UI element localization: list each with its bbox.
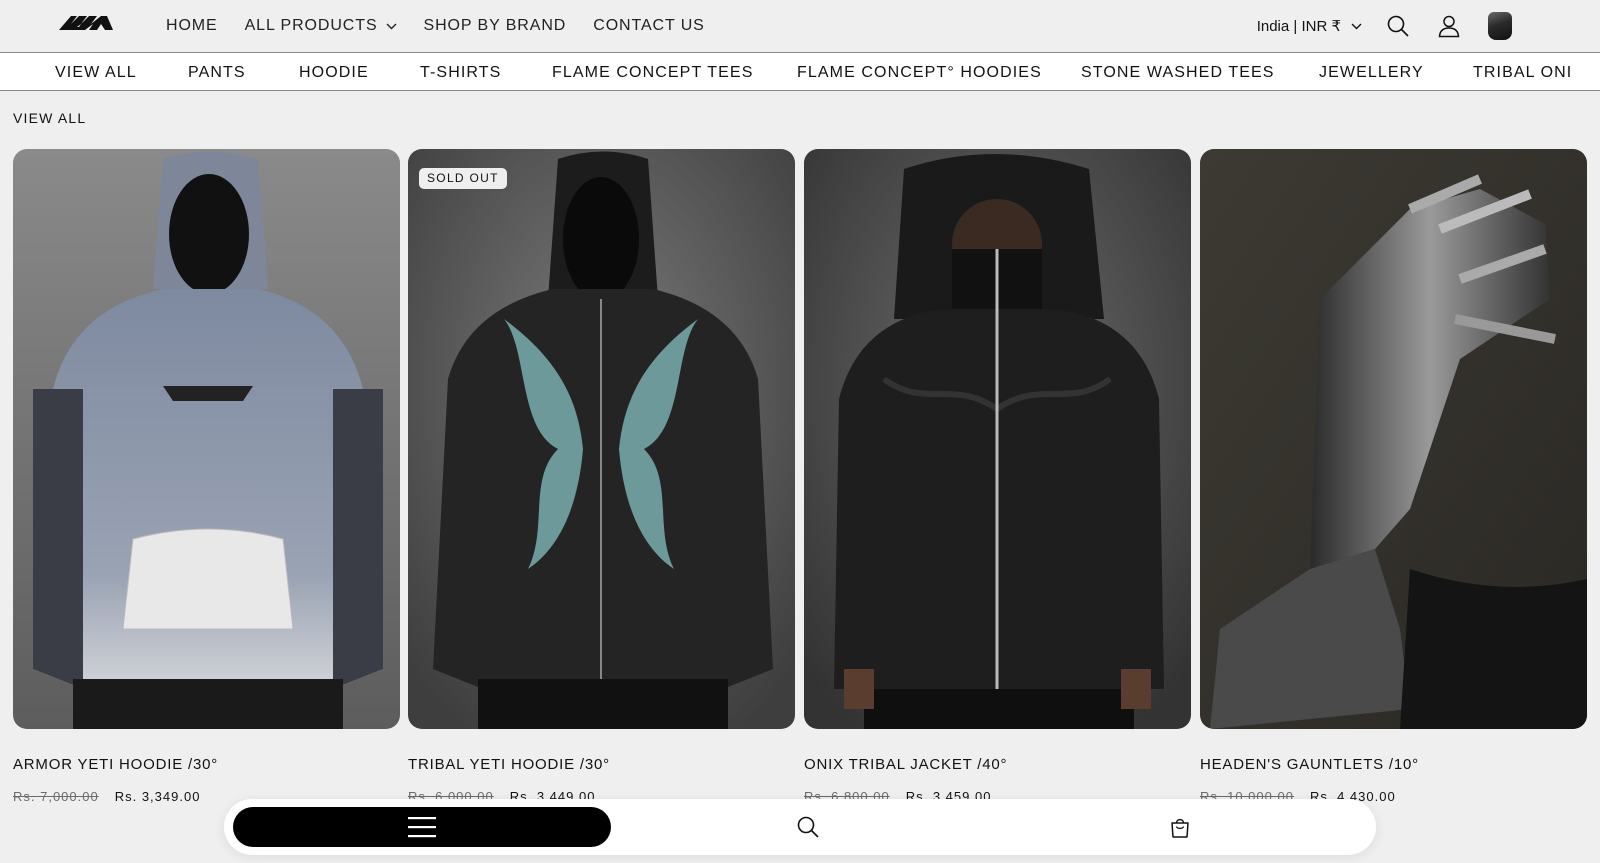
product-image-art (1200, 149, 1587, 729)
account-icon[interactable] (1437, 14, 1461, 38)
search-icon[interactable] (1386, 14, 1410, 38)
section-title: VIEW ALL (13, 110, 87, 126)
logo-icon[interactable] (57, 12, 117, 34)
menu-button[interactable] (233, 807, 611, 847)
nav-home[interactable]: HOME (166, 17, 218, 35)
product-image[interactable] (1200, 149, 1587, 729)
category-view-all[interactable]: VIEW ALL (55, 53, 137, 90)
product-image[interactable] (13, 149, 400, 729)
category-flame-concept-hoodies[interactable]: FLAME CONCEPT° HOODIES (797, 53, 1042, 90)
locale-label: India | INR ₹ (1256, 18, 1341, 35)
category-pants[interactable]: PANTS (188, 53, 246, 90)
nav-shop-by-brand[interactable]: SHOP BY BRAND (424, 17, 567, 35)
cart-icon[interactable] (1488, 12, 1512, 40)
bag-icon[interactable] (1168, 815, 1192, 839)
product-title[interactable]: TRIBAL YETI HOODIE /30° (408, 756, 795, 773)
menu-icon (408, 817, 436, 838)
main-nav: HOME ALL PRODUCTS SHOP BY BRAND CONTACT … (166, 0, 705, 52)
category-t-shirts[interactable]: T-SHIRTS (420, 53, 501, 90)
search-icon[interactable] (796, 815, 820, 839)
sold-out-badge: SOLD OUT (419, 168, 507, 189)
category-jewellery[interactable]: JEWELLERY (1319, 53, 1424, 90)
site-header: HOME ALL PRODUCTS SHOP BY BRAND CONTACT … (0, 0, 1600, 53)
chevron-down-icon (386, 23, 397, 29)
product-image[interactable]: SOLD OUT (408, 149, 795, 729)
product-card[interactable]: ARMOR YETI HOODIE /30° Rs. 7,000.00 Rs. … (13, 149, 400, 804)
nav-shop-by-brand-label: SHOP BY BRAND (423, 17, 567, 34)
product-card[interactable]: ONIX TRIBAL JACKET /40° Rs. 6,800.00 Rs.… (804, 149, 1191, 804)
nav-all-products-label: ALL PRODUCTS (244, 17, 378, 34)
nav-contact-us-label: CONTACT US (593, 17, 705, 34)
product-image-art (408, 149, 795, 729)
product-image-art (804, 149, 1191, 729)
product-title[interactable]: ARMOR YETI HOODIE /30° (13, 756, 400, 773)
bottom-nav-bar (224, 799, 1376, 855)
category-stone-washed-tees[interactable]: STONE WASHED TEES (1081, 53, 1275, 90)
product-image[interactable] (804, 149, 1191, 729)
category-hoodie[interactable]: HOODIE (299, 53, 369, 90)
product-card[interactable]: SOLD OUT TRIBAL YETI HOODIE /30° Rs. 6,0… (408, 149, 795, 804)
product-title[interactable]: HEADEN'S GAUNTLETS /10° (1200, 756, 1587, 773)
locale-selector[interactable]: India | INR ₹ (1257, 17, 1362, 35)
category-tribal-oni[interactable]: TRIBAL ONI (1473, 53, 1572, 90)
header-actions: India | INR ₹ (1257, 0, 1512, 52)
nav-contact-us[interactable]: CONTACT US (593, 17, 705, 35)
category-bar: VIEW ALL PANTS HOODIE T-SHIRTS FLAME CON… (0, 53, 1600, 91)
product-image-art (13, 149, 400, 729)
nav-home-label: HOME (166, 17, 218, 34)
chevron-down-icon (1351, 23, 1362, 29)
original-price: Rs. 7,000.00 (13, 789, 99, 804)
product-title[interactable]: ONIX TRIBAL JACKET /40° (804, 756, 1191, 773)
product-card[interactable]: HEADEN'S GAUNTLETS /10° Rs. 10,000.00 Rs… (1200, 149, 1587, 804)
nav-all-products[interactable]: ALL PRODUCTS (245, 17, 397, 35)
category-flame-concept-tees[interactable]: FLAME CONCEPT TEES (552, 53, 753, 90)
sale-price: Rs. 3,349.00 (114, 789, 201, 804)
